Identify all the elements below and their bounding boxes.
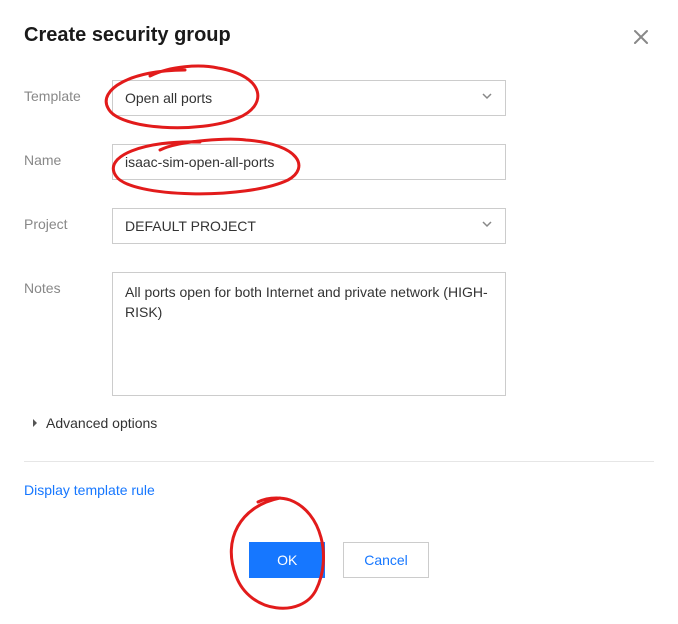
dialog-footer: OK Cancel xyxy=(24,542,654,578)
row-template: Template Open all ports xyxy=(24,80,654,116)
template-select[interactable]: Open all ports xyxy=(112,80,506,116)
label-name: Name xyxy=(24,144,112,168)
notes-textarea[interactable] xyxy=(112,272,506,396)
name-input[interactable] xyxy=(112,144,506,180)
divider xyxy=(24,461,654,462)
chevron-down-icon xyxy=(481,217,493,235)
advanced-options-toggle[interactable]: Advanced options xyxy=(30,415,654,431)
ok-button[interactable]: OK xyxy=(249,542,325,578)
label-project: Project xyxy=(24,208,112,232)
row-name: Name xyxy=(24,144,654,180)
project-select[interactable]: DEFAULT PROJECT xyxy=(112,208,506,244)
row-notes: Notes xyxy=(24,272,654,401)
label-template: Template xyxy=(24,80,112,104)
close-button[interactable] xyxy=(628,24,654,50)
template-select-value: Open all ports xyxy=(125,90,212,106)
dialog-header: Create security group xyxy=(24,24,654,50)
display-template-rule-link[interactable]: Display template rule xyxy=(24,482,654,498)
caret-right-icon xyxy=(30,415,40,431)
row-project: Project DEFAULT PROJECT xyxy=(24,208,654,244)
close-icon xyxy=(632,28,650,46)
project-select-value: DEFAULT PROJECT xyxy=(125,218,256,234)
cancel-button[interactable]: Cancel xyxy=(343,542,429,578)
label-notes: Notes xyxy=(24,272,112,296)
create-security-group-dialog: Create security group Template Open all … xyxy=(0,0,678,602)
dialog-title: Create security group xyxy=(24,24,231,47)
advanced-options-label: Advanced options xyxy=(46,415,157,431)
chevron-down-icon xyxy=(481,89,493,107)
